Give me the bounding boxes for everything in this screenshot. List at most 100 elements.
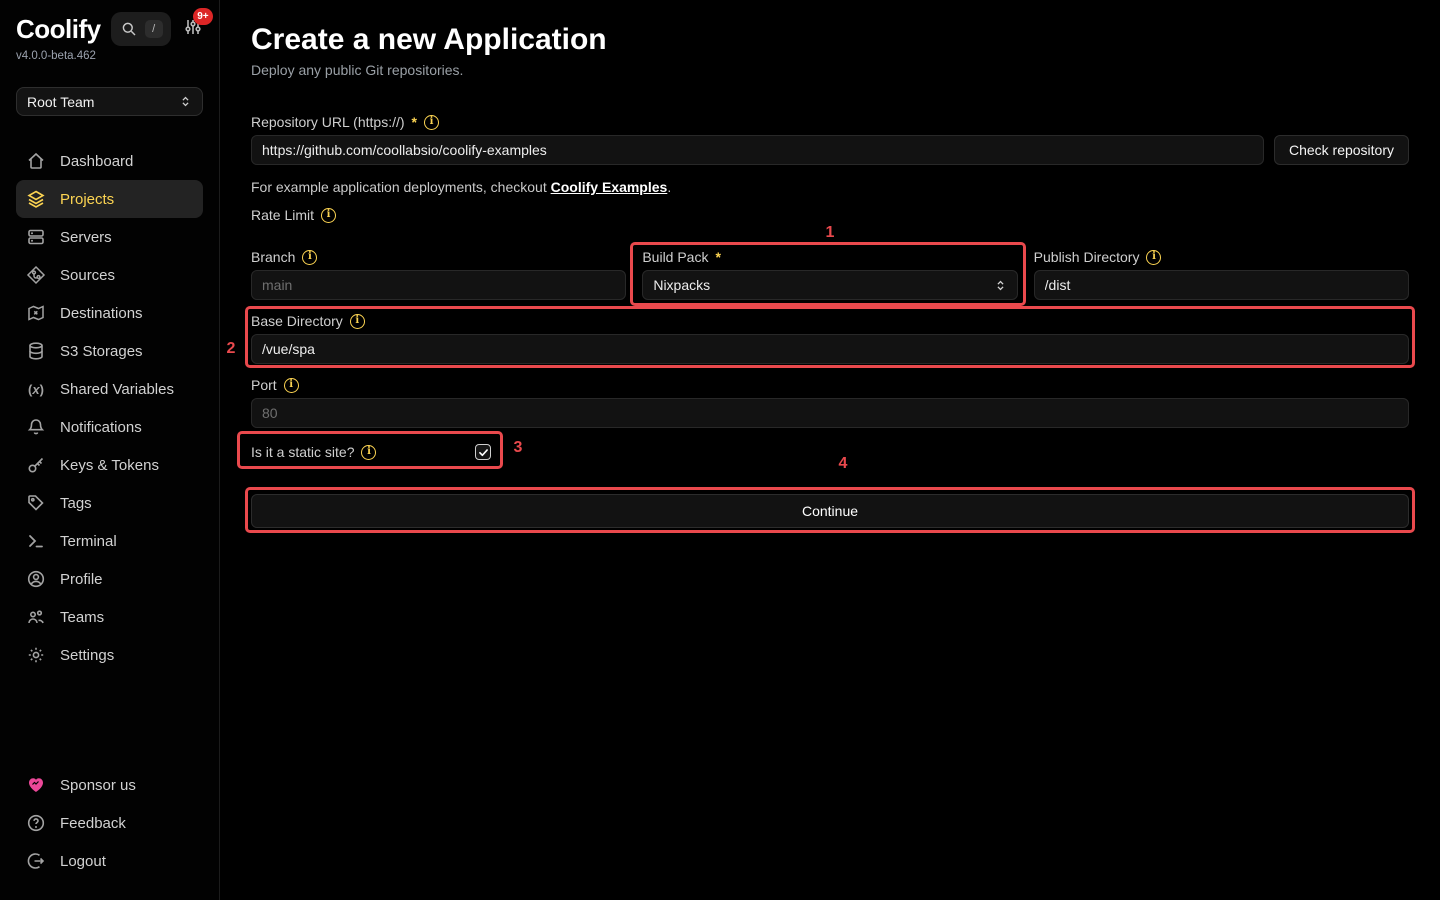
notification-count-badge: 9+ xyxy=(193,8,212,25)
build-pack-field: Build Pack * Nixpacks xyxy=(642,247,1017,300)
sidebar-item-settings[interactable]: Settings xyxy=(16,636,203,674)
rate-limit-label: Rate Limit i xyxy=(251,205,1409,225)
sidebar-item-logout[interactable]: Logout xyxy=(16,842,203,880)
repository-url-input[interactable] xyxy=(251,135,1264,165)
sidebar-item-label: Notifications xyxy=(60,419,142,436)
search-button[interactable]: / xyxy=(111,12,171,46)
logout-icon xyxy=(26,851,46,871)
info-icon[interactable]: i xyxy=(321,208,336,223)
git-icon xyxy=(26,265,46,285)
build-pack-label: Build Pack * xyxy=(642,247,1017,267)
port-input[interactable] xyxy=(251,398,1409,428)
sidebar-item-label: Keys & Tokens xyxy=(60,457,159,474)
sidebar-item-notifications[interactable]: Notifications xyxy=(16,408,203,446)
sidebar-item-label: Servers xyxy=(60,229,112,246)
build-pack-select[interactable]: Nixpacks xyxy=(642,270,1017,300)
sidebar-item-keys-tokens[interactable]: Keys & Tokens xyxy=(16,446,203,484)
sidebar-header: Coolify / 9+ xyxy=(16,12,203,46)
info-icon[interactable]: i xyxy=(350,314,365,329)
sidebar-item-tags[interactable]: Tags xyxy=(16,484,203,522)
publish-directory-input[interactable] xyxy=(1034,270,1409,300)
required-asterisk: * xyxy=(412,112,417,132)
sidebar-item-label: Shared Variables xyxy=(60,381,174,398)
build-pack-label-text: Build Pack xyxy=(642,247,708,267)
sidebar-item-sponsor-us[interactable]: Sponsor us xyxy=(16,766,203,804)
sidebar-item-s3-storages[interactable]: S3 Storages xyxy=(16,332,203,370)
sidebar-item-dashboard[interactable]: Dashboard xyxy=(16,142,203,180)
publish-directory-label-text: Publish Directory xyxy=(1034,247,1140,267)
info-icon[interactable]: i xyxy=(361,445,376,460)
sidebar-item-label: Teams xyxy=(60,609,104,626)
sidebar-item-label: Tags xyxy=(60,495,92,512)
bell-icon xyxy=(26,417,46,437)
chevron-up-down-icon xyxy=(994,279,1007,292)
notifications-filter-button[interactable]: 9+ xyxy=(183,17,203,42)
sidebar: Coolify / 9+ v4.0.0-beta.462 Root Team D… xyxy=(0,0,220,900)
sidebar-item-label: Projects xyxy=(60,191,114,208)
terminal-icon xyxy=(26,531,46,551)
coolify-examples-link[interactable]: Coolify Examples xyxy=(551,179,668,195)
sidebar-item-profile[interactable]: Profile xyxy=(16,560,203,598)
help-text-suffix: . xyxy=(667,179,671,195)
publish-directory-label: Publish Directory i xyxy=(1034,247,1409,267)
info-icon[interactable]: i xyxy=(302,250,317,265)
continue-button[interactable]: Continue xyxy=(251,494,1409,528)
server-icon xyxy=(26,227,46,247)
heart-icon xyxy=(26,775,46,795)
sidebar-item-feedback[interactable]: Feedback xyxy=(16,804,203,842)
base-directory-label: Base Directory i xyxy=(251,311,1409,331)
info-icon[interactable]: i xyxy=(424,115,439,130)
sidebar-item-destinations[interactable]: Destinations xyxy=(16,294,203,332)
sidebar-item-sources[interactable]: Sources xyxy=(16,256,203,294)
sidebar-item-label: Logout xyxy=(60,853,106,870)
publish-directory-field: Publish Directory i xyxy=(1034,247,1409,300)
users-icon xyxy=(26,607,46,627)
team-select[interactable]: Root Team xyxy=(16,87,203,116)
sidebar-item-label: Feedback xyxy=(60,815,126,832)
sidebar-item-shared-variables[interactable]: (x) Shared Variables xyxy=(16,370,203,408)
required-asterisk: * xyxy=(715,247,720,267)
home-icon xyxy=(26,151,46,171)
main-content: Create a new Application Deploy any publ… xyxy=(220,0,1440,900)
sidebar-nav: Dashboard Projects Servers Sources Desti… xyxy=(16,142,203,674)
tag-icon xyxy=(26,493,46,513)
page-title: Create a new Application xyxy=(251,22,1409,58)
sidebar-item-servers[interactable]: Servers xyxy=(16,218,203,256)
database-icon xyxy=(26,341,46,361)
sidebar-item-label: Dashboard xyxy=(60,153,133,170)
help-text-prefix: For example application deployments, che… xyxy=(251,179,551,195)
layers-icon xyxy=(26,189,46,209)
info-icon[interactable]: i xyxy=(1146,250,1161,265)
sidebar-item-teams[interactable]: Teams xyxy=(16,598,203,636)
branch-input[interactable] xyxy=(251,270,626,300)
port-field: Port i xyxy=(251,375,1409,428)
sidebar-item-label: S3 Storages xyxy=(60,343,143,360)
chevron-up-down-icon xyxy=(179,95,192,108)
app-logo: Coolify xyxy=(16,14,101,45)
sidebar-bottom-nav: Sponsor us Feedback Logout xyxy=(16,766,203,880)
slash-keycap: / xyxy=(145,20,163,38)
branch-label: Branch i xyxy=(251,247,626,267)
check-icon xyxy=(478,447,489,458)
base-directory-field: Base Directory i xyxy=(251,311,1409,364)
base-directory-label-text: Base Directory xyxy=(251,311,343,331)
check-repository-button[interactable]: Check repository xyxy=(1274,135,1409,165)
static-site-label: Is it a static site? i xyxy=(251,442,376,462)
base-directory-input[interactable] xyxy=(251,334,1409,364)
sidebar-item-label: Sources xyxy=(60,267,115,284)
static-site-label-text: Is it a static site? xyxy=(251,442,354,462)
sidebar-item-projects[interactable]: Projects xyxy=(16,180,203,218)
static-site-field: Is it a static site? i xyxy=(251,437,1409,467)
static-site-checkbox[interactable] xyxy=(475,444,491,460)
info-icon[interactable]: i xyxy=(284,378,299,393)
page-subtitle: Deploy any public Git repositories. xyxy=(251,61,1409,79)
sidebar-item-label: Destinations xyxy=(60,305,143,322)
branch-field: Branch i xyxy=(251,247,626,300)
port-label-text: Port xyxy=(251,375,277,395)
sidebar-item-terminal[interactable]: Terminal xyxy=(16,522,203,560)
sidebar-item-label: Terminal xyxy=(60,533,117,550)
gear-icon xyxy=(26,645,46,665)
sidebar-item-label: Settings xyxy=(60,647,114,664)
search-icon xyxy=(121,21,137,37)
build-pack-select-value: Nixpacks xyxy=(653,277,710,293)
